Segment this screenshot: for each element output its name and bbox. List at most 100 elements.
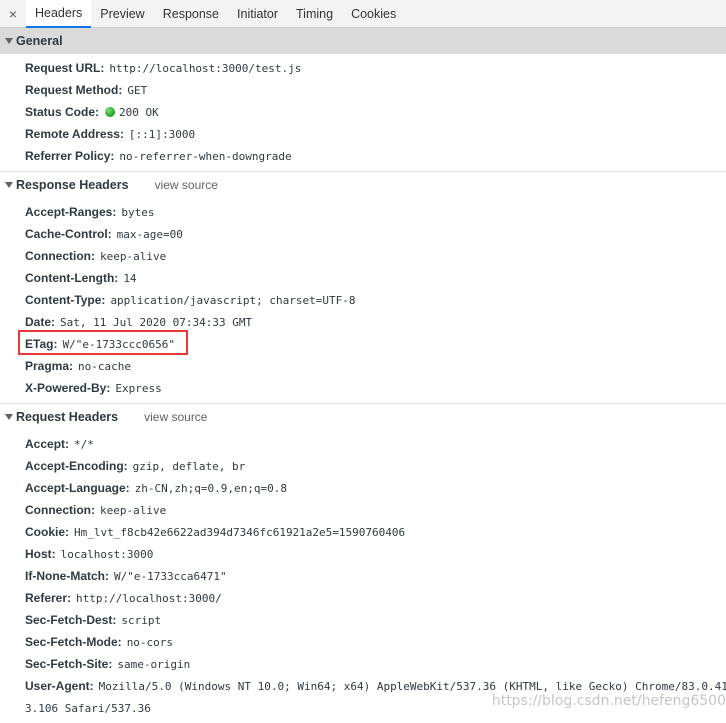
header-value: bytes <box>121 206 155 219</box>
request-headers-title: Request Headers <box>16 410 119 424</box>
header-key: X-Powered-By: <box>25 381 111 395</box>
general-section-header[interactable]: General <box>0 28 726 54</box>
header-row: Remote Address: [::1]:3000 <box>0 123 726 145</box>
header-value: localhost:3000 <box>60 548 154 561</box>
header-key: Remote Address: <box>25 127 124 141</box>
header-row: Request URL: http://localhost:3000/test.j… <box>0 57 726 79</box>
header-row-etag: ETag: W/"e-1733ccc0656" <box>0 333 726 355</box>
header-key: Connection: <box>25 249 95 263</box>
header-row: Sec-Fetch-Dest: script <box>0 609 726 631</box>
header-key: Sec-Fetch-Mode: <box>25 635 122 649</box>
header-key: Accept-Ranges: <box>25 205 117 219</box>
header-row: Accept: */* <box>0 433 726 455</box>
header-key: Pragma: <box>25 359 74 373</box>
header-row: Status Code: 200 OK <box>0 101 726 123</box>
request-headers-section: Request Headers view source Accept: */* A… <box>0 404 726 723</box>
status-ok-dot-icon <box>105 107 116 117</box>
header-key: If-None-Match: <box>25 569 109 583</box>
header-key: Connection: <box>25 503 95 517</box>
view-source-link[interactable]: view source <box>144 410 207 424</box>
header-key: Cache-Control: <box>25 227 112 241</box>
header-row: Date: Sat, 11 Jul 2020 07:34:33 GMT <box>0 311 726 333</box>
header-row: Accept-Language: zh-CN,zh;q=0.9,en;q=0.8 <box>0 477 726 499</box>
header-value: application/javascript; charset=UTF-8 <box>110 294 356 307</box>
header-value: 200 OK <box>119 106 159 119</box>
tab-bar: × Headers Preview Response Initiator Tim… <box>0 0 726 28</box>
expand-triangle-icon <box>5 414 13 420</box>
expand-triangle-icon <box>5 38 13 44</box>
header-row: Connection: keep-alive <box>0 245 726 267</box>
close-icon[interactable]: × <box>0 0 26 27</box>
header-key: Referrer Policy: <box>25 149 115 163</box>
header-key: Request URL: <box>25 61 105 75</box>
header-row: Connection: keep-alive <box>0 499 726 521</box>
header-row: Host: localhost:3000 <box>0 543 726 565</box>
header-value: GET <box>127 84 148 97</box>
tab-timing[interactable]: Timing <box>287 0 342 27</box>
header-key: Request Method: <box>25 83 123 97</box>
header-key: Status Code: <box>25 105 100 119</box>
header-row: Content-Type: application/javascript; cha… <box>0 289 726 311</box>
header-row: Cache-Control: max-age=00 <box>0 223 726 245</box>
header-key: Sec-Fetch-Dest: <box>25 613 117 627</box>
request-headers-section-header[interactable]: Request Headers view source <box>0 404 726 430</box>
header-row: X-Powered-By: Express <box>0 377 726 399</box>
header-key: Accept-Language: <box>25 481 130 495</box>
header-key: Referer: <box>25 591 72 605</box>
header-value: */* <box>74 438 94 451</box>
header-key: Accept: <box>25 437 70 451</box>
tab-preview[interactable]: Preview <box>91 0 153 27</box>
header-value: Hm_lvt_f8cb42e6622ad394d7346fc61921a2e5=… <box>74 526 406 539</box>
tab-initiator[interactable]: Initiator <box>228 0 287 27</box>
header-value: no-cache <box>78 360 132 373</box>
header-row: Referer: http://localhost:3000/ <box>0 587 726 609</box>
header-key: Cookie: <box>25 525 70 539</box>
header-value: keep-alive <box>100 504 167 517</box>
response-headers-section-header[interactable]: Response Headers view source <box>0 172 726 198</box>
tab-response[interactable]: Response <box>154 0 228 27</box>
header-key: Sec-Fetch-Site: <box>25 657 113 671</box>
header-value: W/"e-1733ccc0656" <box>62 338 176 351</box>
header-value: [::1]:3000 <box>128 128 196 141</box>
header-row: Pragma: no-cache <box>0 355 726 377</box>
header-row: Cookie: Hm_lvt_f8cb42e6622ad394d7346fc619… <box>0 521 726 543</box>
header-value: http://localhost:3000/ <box>76 592 222 605</box>
header-value: W/"e-1733cca6471" <box>114 570 227 583</box>
header-value: 14 <box>123 272 137 285</box>
response-headers-section: Response Headers view source Accept-Rang… <box>0 172 726 404</box>
header-value: Sat, 11 Jul 2020 07:34:33 GMT <box>60 316 253 329</box>
header-key: Content-Length: <box>25 271 119 285</box>
header-value: Express <box>115 382 162 395</box>
header-row: Request Method: GET <box>0 79 726 101</box>
header-row: Accept-Ranges: bytes <box>0 201 726 223</box>
header-row: Content-Length: 14 <box>0 267 726 289</box>
header-key: Date: <box>25 315 56 329</box>
header-value: 3.106 Safari/537.36 <box>25 702 151 715</box>
header-value: http://localhost:3000/test.js <box>109 62 302 75</box>
header-row: Accept-Encoding: gzip, deflate, br <box>0 455 726 477</box>
header-row: Sec-Fetch-Site: same-origin <box>0 653 726 675</box>
header-value: no-cors <box>126 636 174 649</box>
header-row: User-Agent: Mozilla/5.0 (Windows NT 10.0;… <box>0 675 726 697</box>
header-value: keep-alive <box>100 250 167 263</box>
general-section: General Request URL: http://localhost:300… <box>0 28 726 172</box>
header-value: max-age=00 <box>116 228 183 241</box>
header-value: script <box>121 614 162 627</box>
header-value: same-origin <box>117 658 191 671</box>
header-key: User-Agent: <box>25 679 94 693</box>
view-source-link[interactable]: view source <box>155 178 218 192</box>
expand-triangle-icon <box>5 182 13 188</box>
header-row: Referrer Policy: no-referrer-when-downgra… <box>0 145 726 167</box>
header-key: Host: <box>25 547 56 561</box>
tab-headers[interactable]: Headers <box>26 0 92 28</box>
general-title: General <box>16 34 63 48</box>
header-key: Accept-Encoding: <box>25 459 128 473</box>
header-value: zh-CN,zh;q=0.9,en;q=0.8 <box>134 482 288 495</box>
response-headers-title: Response Headers <box>16 178 129 192</box>
header-value: Mozilla/5.0 (Windows NT 10.0; Win64; x64… <box>98 680 726 693</box>
header-row: If-None-Match: W/"e-1733cca6471" <box>0 565 726 587</box>
header-value: no-referrer-when-downgrade <box>119 150 292 163</box>
header-row: Sec-Fetch-Mode: no-cors <box>0 631 726 653</box>
tab-cookies[interactable]: Cookies <box>342 0 405 27</box>
header-key: ETag: <box>25 337 58 351</box>
